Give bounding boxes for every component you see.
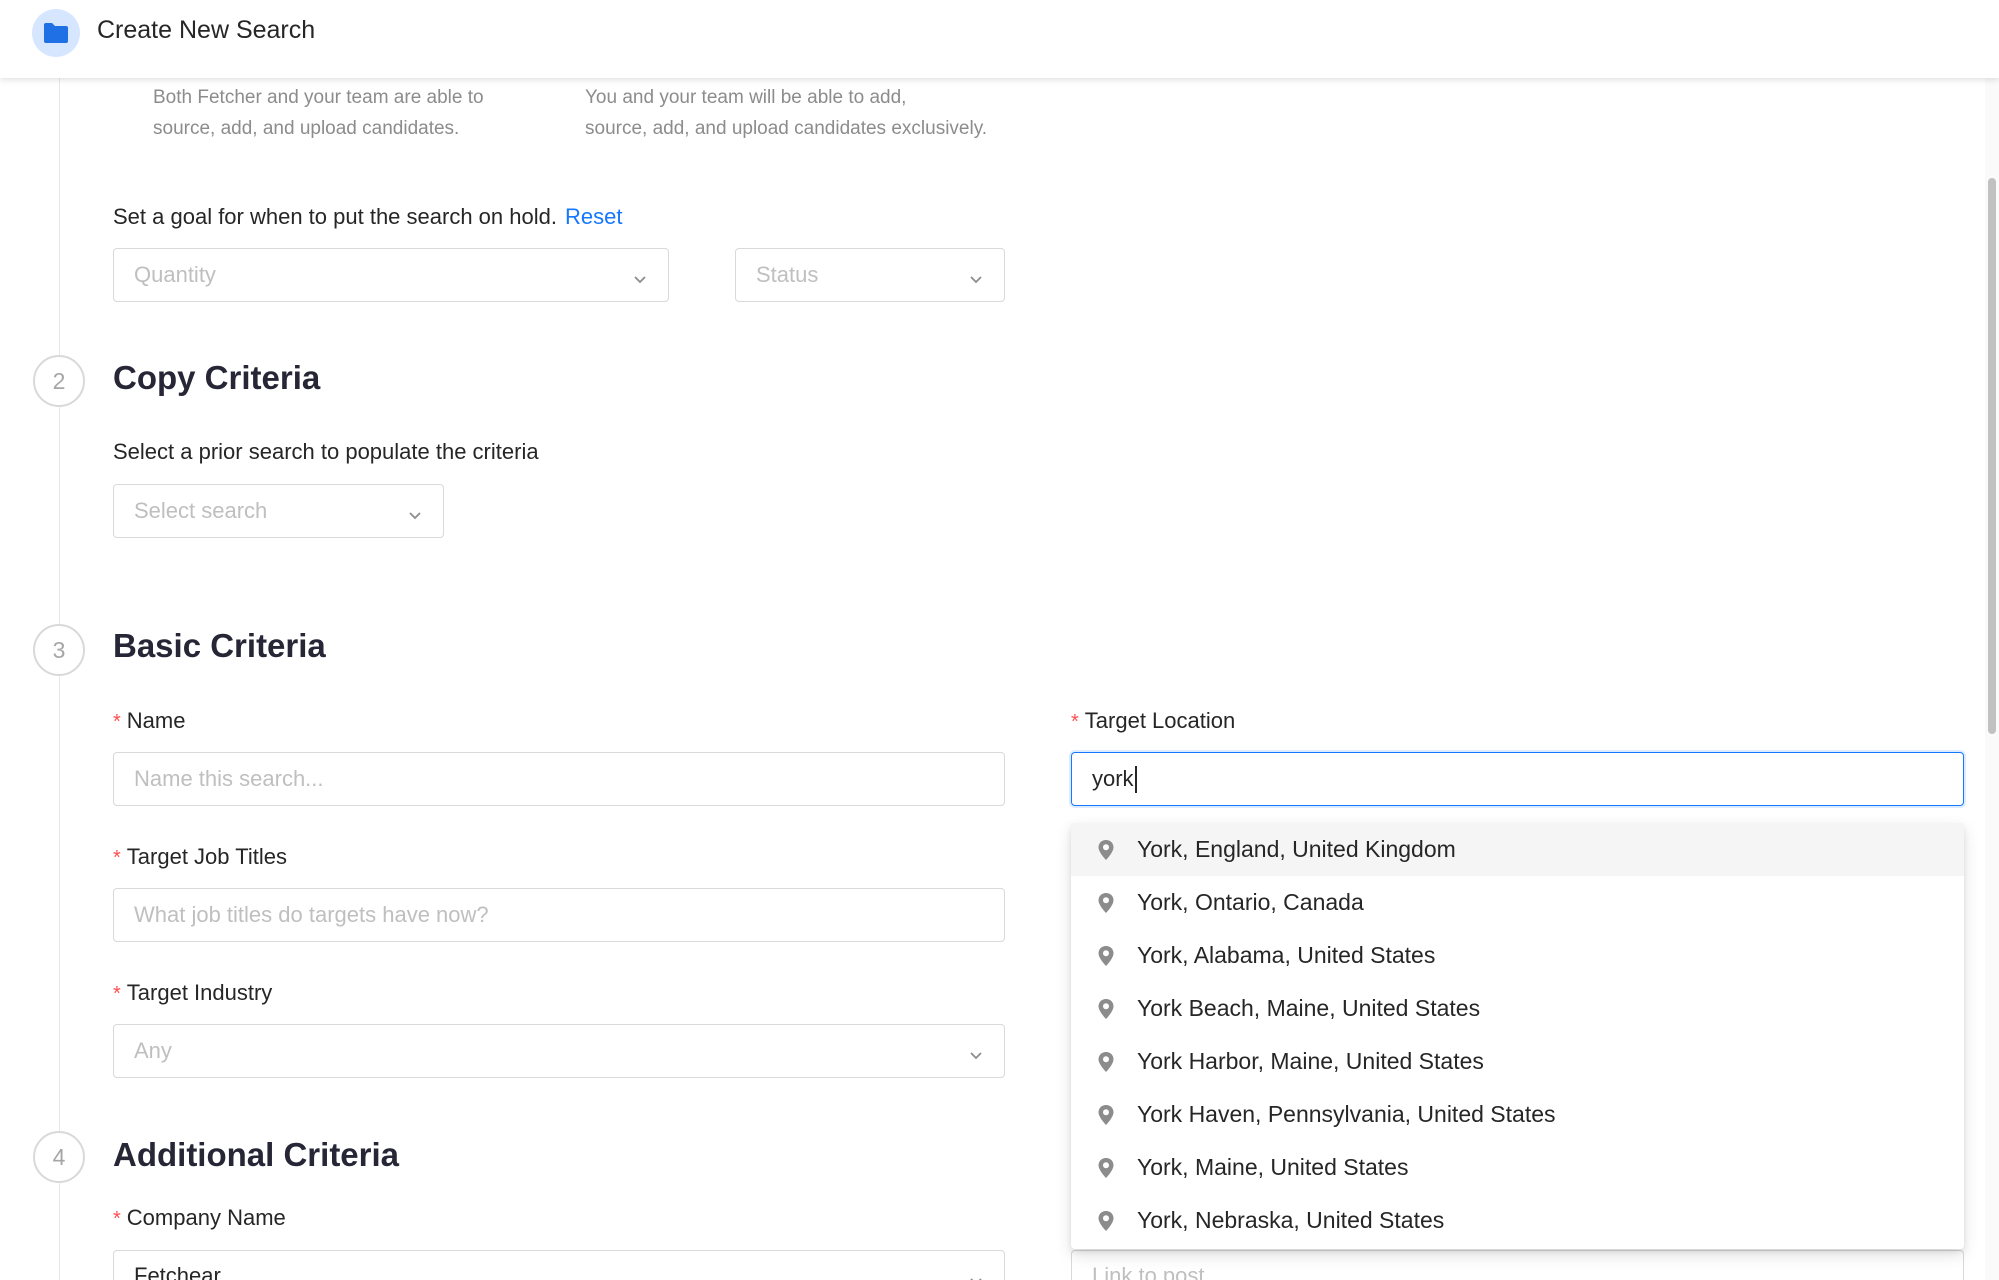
required-marker: * <box>113 847 121 869</box>
location-option[interactable]: York, Ontario, Canada <box>1071 876 1964 929</box>
location-option[interactable]: York Harbor, Maine, United States <box>1071 1035 1964 1088</box>
company-name-value: Fetchear <box>134 1263 221 1280</box>
location-pin-icon <box>1097 839 1115 861</box>
chevron-down-icon <box>407 503 423 520</box>
target-location-label: * Target Location <box>1071 708 1236 733</box>
link-to-post-input[interactable]: Link to post <box>1071 1250 1964 1280</box>
step-2-indicator: 2 <box>33 355 85 407</box>
text-cursor <box>1134 765 1137 793</box>
industry-value: Any <box>134 1038 172 1063</box>
scrollbar-thumb[interactable] <box>1988 178 1996 734</box>
goal-text: Set a goal for when to put the search on… <box>113 204 623 229</box>
location-pin-icon <box>1097 1157 1115 1179</box>
required-marker: * <box>113 711 121 733</box>
location-option[interactable]: York, Maine, United States <box>1071 1141 1964 1194</box>
target-industry-label: * Target Industry <box>113 980 273 1005</box>
required-marker: * <box>1071 711 1079 733</box>
page-title: Create New Search <box>97 16 316 44</box>
target-job-titles-label: * Target Job Titles <box>113 844 287 869</box>
required-marker: * <box>113 983 121 1005</box>
location-option[interactable]: York, Nebraska, United States <box>1071 1194 1964 1247</box>
status-select[interactable]: Status <box>735 248 1005 302</box>
target-location-input[interactable]: york <box>1071 752 1964 806</box>
location-pin-icon <box>1097 1051 1115 1073</box>
location-option[interactable]: York, Alabama, United States <box>1071 929 1964 982</box>
location-pin-icon <box>1097 892 1115 914</box>
chevron-down-icon <box>968 1269 984 1280</box>
location-pin-icon <box>1097 1104 1115 1126</box>
select-search-placeholder: Select search <box>134 498 268 523</box>
top-bar: Create New Search <box>0 0 1999 78</box>
status-placeholder: Status <box>756 262 819 287</box>
company-name-select[interactable]: Fetchear <box>113 1250 1005 1280</box>
select-search-dropdown[interactable]: Select search <box>113 484 444 538</box>
chevron-down-icon <box>632 267 648 284</box>
company-name-label: * Company Name <box>113 1205 286 1230</box>
reset-link[interactable]: Reset <box>565 204 622 229</box>
name-input[interactable]: Name this search... <box>113 752 1005 806</box>
stepper-line <box>59 78 60 1280</box>
copy-criteria-description: Select a prior search to populate the cr… <box>113 439 539 464</box>
location-option[interactable]: York, England, United Kingdom <box>1071 823 1964 876</box>
location-pin-icon <box>1097 998 1115 1020</box>
location-pin-icon <box>1097 1210 1115 1232</box>
chevron-down-icon <box>968 1043 984 1060</box>
chevron-down-icon <box>968 267 984 284</box>
required-marker: * <box>113 1208 121 1230</box>
option-shared-description: Both Fetcher and your team are able to s… <box>153 87 484 139</box>
basic-criteria-title: Basic Criteria <box>113 627 326 664</box>
step-4-indicator: 4 <box>33 1131 85 1183</box>
target-job-titles-input[interactable]: What job titles do targets have now? <box>113 888 1005 942</box>
copy-criteria-title: Copy Criteria <box>113 359 321 396</box>
additional-criteria-title: Additional Criteria <box>113 1136 400 1173</box>
location-pin-icon <box>1097 945 1115 967</box>
quantity-select[interactable]: Quantity <box>113 248 669 302</box>
location-option[interactable]: York Haven, Pennsylvania, United States <box>1071 1088 1964 1141</box>
step-3-indicator: 3 <box>33 624 85 676</box>
target-industry-select[interactable]: Any <box>113 1024 1005 1078</box>
location-option[interactable]: York Beach, Maine, United States <box>1071 982 1964 1035</box>
folder-icon <box>32 9 80 57</box>
location-suggestions-dropdown: York, England, United Kingdom York, Onta… <box>1071 823 1964 1249</box>
name-label: * Name <box>113 708 186 733</box>
option-exclusive-description: You and your team will be able to add, s… <box>585 87 988 139</box>
quantity-placeholder: Quantity <box>134 262 216 287</box>
